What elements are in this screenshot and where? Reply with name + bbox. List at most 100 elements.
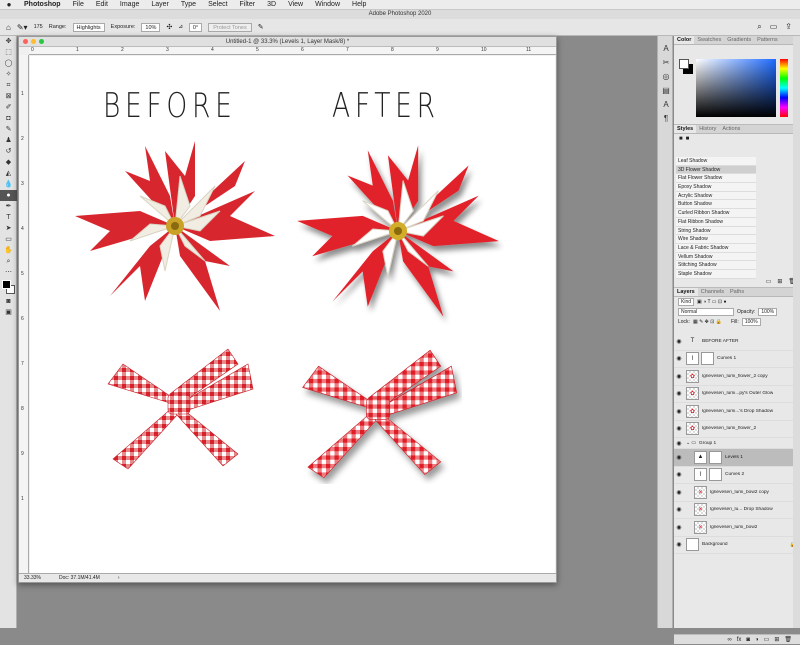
layer-row[interactable]: ◉ ✕ lgrievesen_lumi_bow2: [674, 519, 800, 537]
style-item[interactable]: Button Shadow: [676, 200, 756, 210]
layer-row[interactable]: ◉ Background 🔒: [674, 537, 800, 554]
gingham-bow-before[interactable]: [98, 344, 258, 474]
folder-icon[interactable]: ▭: [766, 278, 772, 285]
close-icon[interactable]: [23, 39, 28, 44]
menu-app[interactable]: Photoshop: [18, 1, 67, 8]
menu-edit[interactable]: Edit: [90, 1, 114, 8]
tab-patterns[interactable]: Patterns: [754, 36, 780, 44]
foreground-color-chip[interactable]: [679, 59, 689, 69]
fx-icon[interactable]: fx: [737, 635, 742, 644]
eye-icon[interactable]: ◉: [674, 506, 684, 513]
share-icon[interactable]: ⇪: [785, 22, 792, 32]
menu-type[interactable]: Type: [175, 1, 202, 8]
hand-tool-icon[interactable]: ✋: [0, 245, 17, 256]
tab-layers[interactable]: Layers: [674, 288, 698, 296]
dodge-tool-icon[interactable]: ✎▾: [17, 23, 28, 32]
airbrush-icon[interactable]: ✣: [166, 23, 172, 31]
tab-styles[interactable]: Styles: [674, 125, 697, 133]
eye-icon[interactable]: ◉: [674, 425, 684, 432]
exposure-input[interactable]: 10%: [141, 22, 161, 32]
trash-icon[interactable]: 🗑: [784, 635, 792, 644]
panel-scrollbar[interactable]: [793, 36, 800, 628]
filter-icons[interactable]: ▣ ◑ T ▭ ⊡ ●: [697, 299, 727, 305]
layer-row[interactable]: ◉ ⌇ Curves 1: [674, 351, 800, 368]
character-panel-icon[interactable]: A: [658, 42, 674, 56]
minimize-icon[interactable]: [31, 39, 36, 44]
eyedropper-icon[interactable]: ✐: [0, 102, 17, 113]
menu-3d[interactable]: 3D: [261, 1, 282, 8]
style-item[interactable]: Wire Shadow: [676, 235, 756, 244]
tab-swatches[interactable]: Swatches: [694, 36, 724, 44]
apple-icon[interactable]: ●: [0, 0, 18, 9]
layer-row[interactable]: ◉ ⌇ Curves 2: [674, 467, 800, 484]
style-none-icon[interactable]: ■: [679, 136, 683, 143]
menu-window[interactable]: Window: [309, 1, 346, 8]
glyphs-icon[interactable]: ◎: [658, 70, 674, 84]
paragraph-icon[interactable]: ▤: [658, 84, 674, 98]
layer-group-row[interactable]: ◉ ⌄ ▭ Group 1: [674, 438, 800, 449]
eye-icon[interactable]: ◉: [674, 471, 684, 478]
type-tool-icon[interactable]: T: [0, 212, 17, 223]
menu-filter[interactable]: Filter: [234, 1, 262, 8]
tab-history[interactable]: History: [696, 125, 719, 133]
new-layer-icon[interactable]: ⊞: [774, 635, 779, 644]
eye-icon[interactable]: ◉: [674, 390, 684, 397]
eye-icon[interactable]: ◉: [674, 489, 684, 496]
opacity-input[interactable]: 100%: [758, 308, 778, 316]
style-item[interactable]: Lace & Fabric Shadow: [676, 243, 756, 253]
style-default-icon[interactable]: ■: [686, 136, 690, 143]
layer-row[interactable]: ◉ ✿ lgrievesen_lumi_flower_2 copy: [674, 368, 800, 386]
bucket-tool-icon[interactable]: ◭: [0, 168, 17, 179]
color-swatches[interactable]: [0, 278, 17, 296]
zoom-icon[interactable]: [39, 39, 44, 44]
status-arrow-icon[interactable]: ›: [118, 574, 120, 582]
brush-tool-icon[interactable]: ✎: [0, 124, 17, 135]
menu-view[interactable]: View: [282, 1, 309, 8]
layer-mask[interactable]: [701, 352, 714, 366]
eye-icon[interactable]: ◉: [674, 338, 684, 345]
eraser-tool-icon[interactable]: ◆: [0, 157, 17, 168]
lock-icons[interactable]: ▦ ✎ ✥ ⊡ 🔒: [693, 319, 722, 325]
menu-file[interactable]: File: [67, 1, 90, 8]
new-group-icon[interactable]: ▭: [764, 635, 770, 644]
style-item[interactable]: Acrylic Shadow: [676, 191, 756, 201]
shape-tool-icon[interactable]: ▭: [0, 234, 17, 245]
history-brush-icon[interactable]: ↺: [0, 146, 17, 157]
screen-mode-icon[interactable]: ▣: [0, 307, 17, 318]
eye-icon[interactable]: ◉: [674, 355, 684, 362]
layer-mask[interactable]: [709, 450, 722, 464]
zoom-tool-icon[interactable]: ⌕: [0, 256, 17, 267]
adjustment-icon[interactable]: ◑: [755, 635, 759, 644]
canvas[interactable]: BEFORE AFTER: [30, 56, 555, 575]
search-icon[interactable]: ⌕: [757, 22, 761, 32]
style-item[interactable]: Leaf Shadow: [676, 157, 756, 166]
tab-gradients[interactable]: Gradients: [724, 36, 754, 44]
marquee-tool-icon[interactable]: ⬚: [0, 47, 17, 58]
poinsettia-after[interactable]: [292, 136, 504, 326]
blend-mode-select[interactable]: Normal: [678, 308, 734, 316]
quick-mask-icon[interactable]: ◙: [0, 296, 17, 307]
protect-tones-checkbox[interactable]: Protect Tones: [208, 22, 252, 32]
workspace-icon[interactable]: ▭: [770, 22, 778, 32]
crop-tool-icon[interactable]: ⌗: [0, 80, 17, 91]
gingham-bow-after[interactable]: [292, 344, 462, 484]
range-select[interactable]: Highlights: [72, 22, 105, 32]
poinsettia-before[interactable]: [70, 136, 280, 316]
layer-row[interactable]: ◉ ✿ lgrievesen_lumi...py's Outer Glow ƒ: [674, 386, 800, 403]
move-tool-icon[interactable]: ✥: [0, 36, 17, 47]
link-icon[interactable]: ∞: [727, 635, 731, 644]
magic-wand-icon[interactable]: ✧: [0, 69, 17, 80]
menu-select[interactable]: Select: [202, 1, 233, 8]
menu-help[interactable]: Help: [346, 1, 372, 8]
layer-row[interactable]: ◉ ✕ lgrievesen_lu... Drop Shadow ƒ: [674, 502, 800, 519]
eye-icon[interactable]: ◉: [674, 524, 684, 531]
pressure-icon[interactable]: ✎: [258, 23, 264, 31]
style-item[interactable]: 3D Flower Shadow: [676, 165, 756, 175]
tab-channels[interactable]: Channels: [698, 288, 727, 296]
menu-layer[interactable]: Layer: [145, 1, 175, 8]
frame-tool-icon[interactable]: ⊠: [0, 91, 17, 102]
style-item[interactable]: String Shadow: [676, 226, 756, 236]
style-item[interactable]: Vellum Shadow: [676, 252, 756, 262]
eye-icon[interactable]: ◉: [674, 373, 684, 380]
vertical-ruler[interactable]: 1 2 3 4 5 6 7 8 9 1: [19, 55, 29, 575]
